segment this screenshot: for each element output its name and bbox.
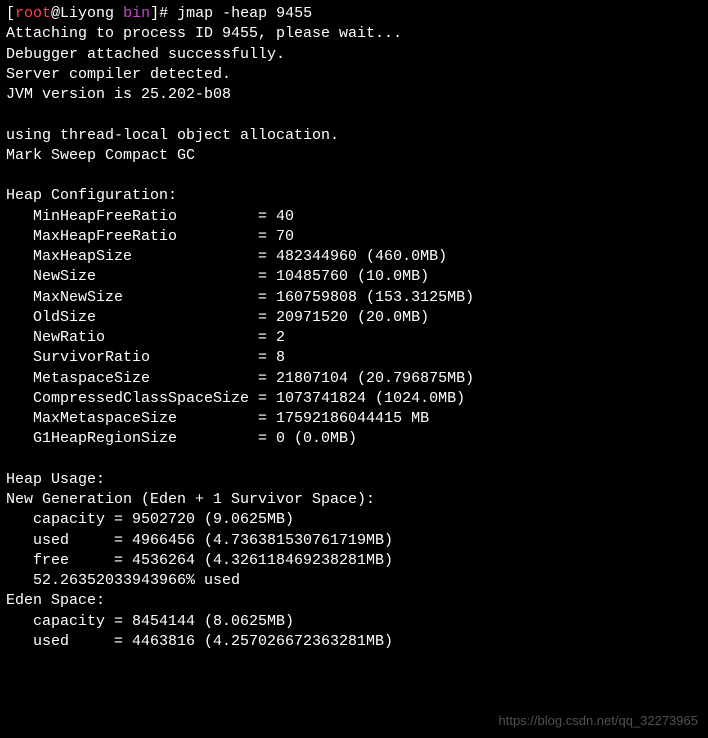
output-line: capacity = 9502720 (9.0625MB) [6, 511, 294, 528]
output-line: MaxMetaspaceSize = 17592186044415 MB [6, 410, 429, 427]
prompt-at: @ [51, 5, 60, 22]
output-line: MaxHeapFreeRatio = 70 [6, 228, 294, 245]
output-line: used = 4966456 (4.736381530761719MB) [6, 532, 393, 549]
output-line: Debugger attached successfully. [6, 46, 285, 63]
output-line: SurvivorRatio = 8 [6, 349, 285, 366]
output-line: Attaching to process ID 9455, please wai… [6, 25, 402, 42]
output-line: MinHeapFreeRatio = 40 [6, 208, 294, 225]
output-line: capacity = 8454144 (8.0625MB) [6, 613, 294, 630]
output-line: CompressedClassSpaceSize = 1073741824 (1… [6, 390, 465, 407]
prompt-path: bin [123, 5, 150, 22]
output-line: Server compiler detected. [6, 66, 231, 83]
output-line: NewSize = 10485760 (10.0MB) [6, 268, 429, 285]
command-text: jmap -heap 9455 [177, 5, 312, 22]
terminal-output[interactable]: [root@Liyong bin]# jmap -heap 9455 Attac… [6, 4, 702, 652]
output-line: New Generation (Eden + 1 Survivor Space)… [6, 491, 375, 508]
output-line: MaxNewSize = 160759808 (153.3125MB) [6, 289, 474, 306]
output-line: JVM version is 25.202-b08 [6, 86, 231, 103]
output-line: used = 4463816 (4.257026672363281MB) [6, 633, 393, 650]
output-line: Mark Sweep Compact GC [6, 147, 195, 164]
output-line: G1HeapRegionSize = 0 (0.0MB) [6, 430, 357, 447]
prompt-line: [root@Liyong bin]# jmap -heap 9455 [6, 5, 312, 22]
output-line: OldSize = 20971520 (20.0MB) [6, 309, 429, 326]
output-line: Eden Space: [6, 592, 105, 609]
output-line: 52.26352033943966% used [6, 572, 240, 589]
bracket-open: [ [6, 5, 15, 22]
output-line: free = 4536264 (4.326118469238281MB) [6, 552, 393, 569]
output-line: MetaspaceSize = 21807104 (20.796875MB) [6, 370, 474, 387]
output-line: using thread-local object allocation. [6, 127, 339, 144]
prompt-host: Liyong [60, 5, 123, 22]
watermark-text: https://blog.csdn.net/qq_32273965 [499, 712, 699, 730]
output-line: Heap Usage: [6, 471, 105, 488]
output-line: Heap Configuration: [6, 187, 177, 204]
prompt-user: root [15, 5, 51, 22]
output-line: NewRatio = 2 [6, 329, 285, 346]
bracket-close: ]# [150, 5, 177, 22]
output-line: MaxHeapSize = 482344960 (460.0MB) [6, 248, 447, 265]
